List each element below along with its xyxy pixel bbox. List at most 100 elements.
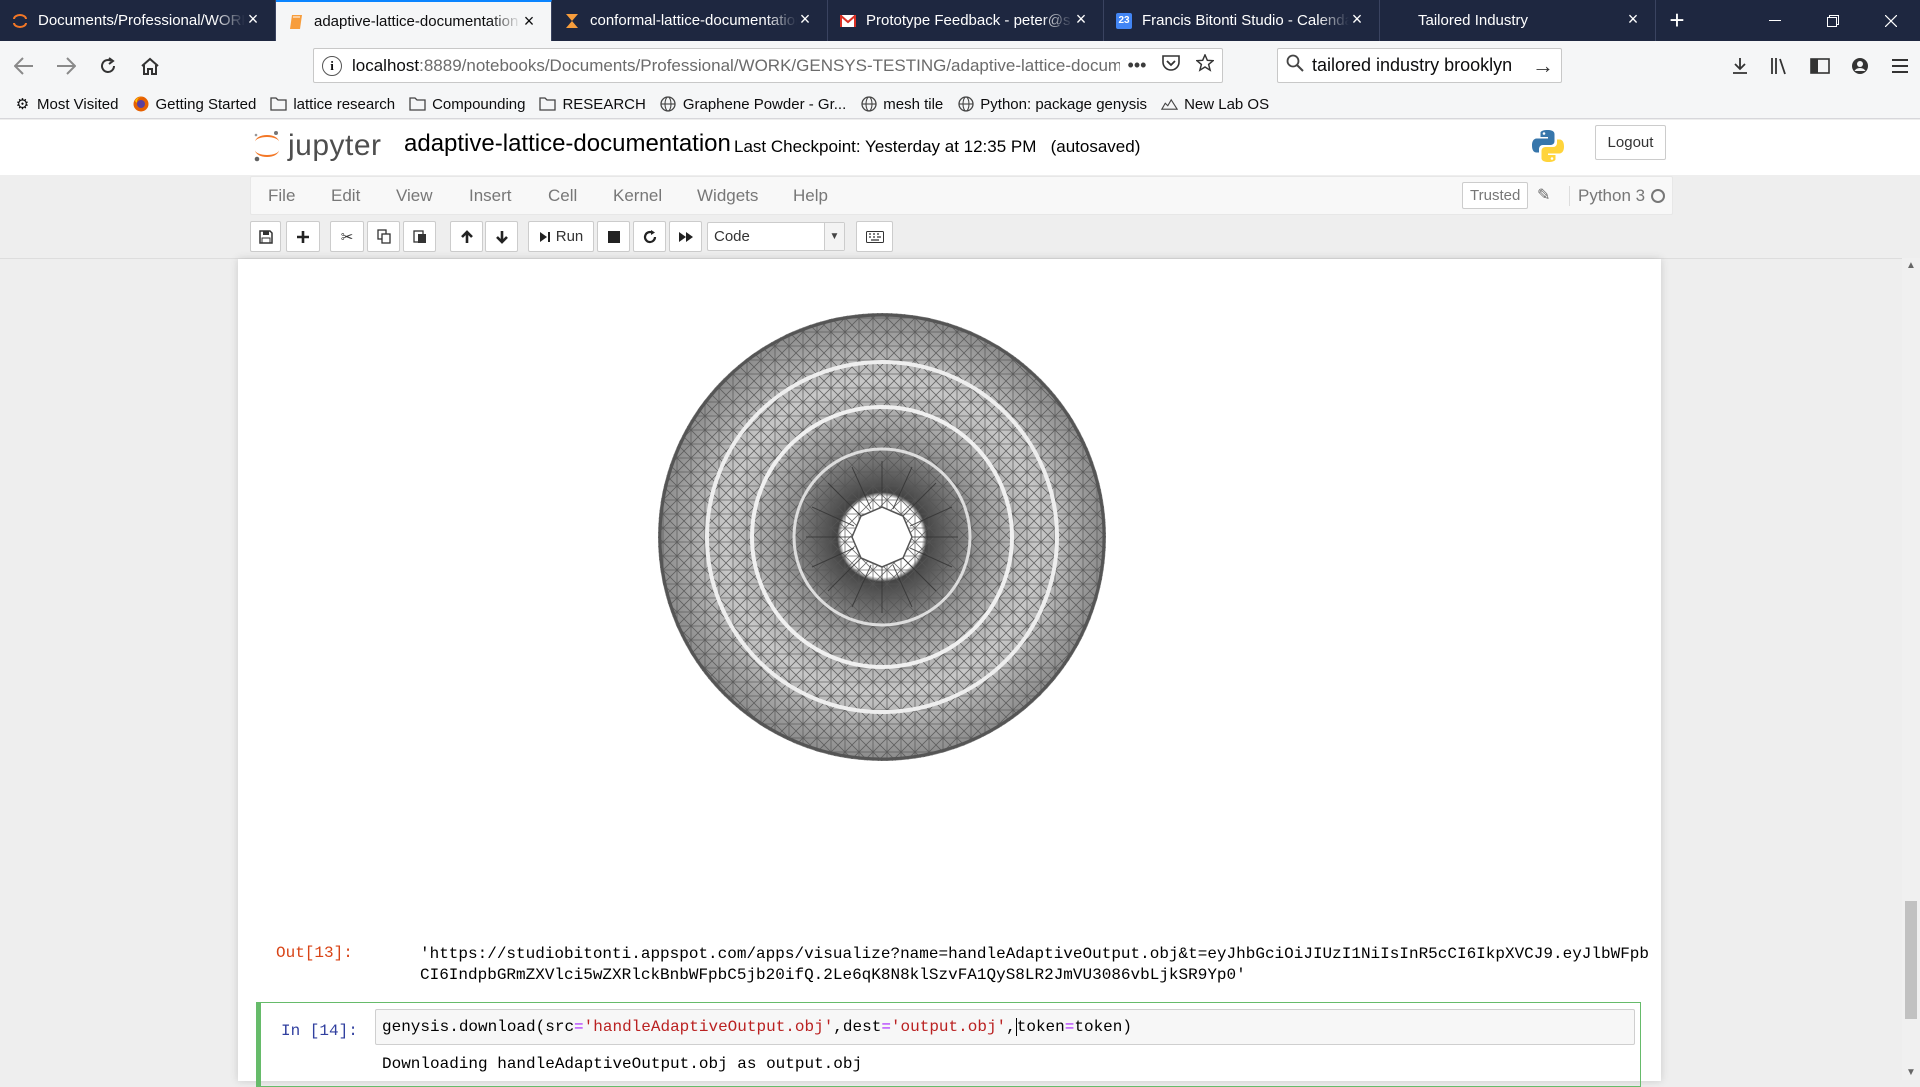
close-tab-icon[interactable]: × [797,10,813,28]
command-palette-button[interactable] [856,221,893,252]
copy-button[interactable] [367,221,400,252]
close-tab-icon[interactable]: × [521,12,537,30]
menu-cell[interactable]: Cell [548,177,577,214]
notebook-scroll-area[interactable]: Out[13]: 'https://studiobitonti.appspot.… [0,258,1920,1087]
menu-widgets[interactable]: Widgets [697,177,758,214]
save-button[interactable] [250,221,281,252]
bookmark-python-package-genysis[interactable]: Python: package genysis [957,96,1147,113]
search-input[interactable]: tailored industry brooklyn [1312,55,1525,76]
pencil-icon[interactable]: ✎ [1537,185,1550,205]
close-window-button[interactable] [1862,0,1920,41]
bookmark-most-visited[interactable]: ⚙ Most Visited [14,96,119,114]
tab-documents[interactable]: Documents/Professional/WORK × [0,0,276,41]
menu-file[interactable]: File [268,177,295,214]
scroll-up-icon[interactable]: ▲ [1906,260,1916,271]
python-logo-icon [1530,128,1566,169]
library-icon[interactable] [1760,48,1800,84]
code-op: = [574,1018,584,1036]
menu-kernel[interactable]: Kernel [613,177,662,214]
notebook-title[interactable]: adaptive-lattice-documentation [404,130,731,158]
bookmark-label: lattice research [293,95,396,113]
cut-button[interactable]: ✂ [330,221,364,252]
close-tab-icon[interactable]: × [1349,10,1365,28]
tab-title: conformal-lattice-documentation [590,12,797,29]
account-icon[interactable] [1840,48,1880,84]
tab-title: Tailored Industry [1418,12,1529,29]
close-tab-icon[interactable]: × [1073,10,1089,28]
save-icon [258,229,273,244]
reload-button[interactable] [90,48,126,84]
new-tab-button[interactable]: + [1656,0,1698,41]
url-path: :8889/notebooks/Documents/Professional/W… [419,55,1120,75]
pocket-icon[interactable] [1154,55,1188,76]
url-text[interactable]: localhost:8889/notebooks/Documents/Profe… [352,56,1120,76]
firefox-icon [132,96,149,112]
menu-icon[interactable] [1880,48,1920,84]
move-down-button[interactable] [485,221,518,252]
interrupt-kernel-button[interactable] [597,221,630,252]
bookmark-graphene-powder[interactable]: Graphene Powder - Gr... [660,96,846,113]
downloads-icon[interactable] [1720,48,1760,84]
search-go-icon[interactable]: → [1525,53,1561,79]
menu-help[interactable]: Help [793,177,828,214]
code-kwarg: src [545,1018,575,1036]
output-prompt: Out[13]: [276,944,353,962]
search-bar[interactable]: tailored industry brooklyn → [1277,48,1562,83]
menu-view[interactable]: View [396,177,433,214]
bookmark-new-lab-os[interactable]: New Lab OS [1161,96,1269,113]
tab-prototype-feedback[interactable]: Prototype Feedback - peter@s × [828,0,1104,41]
bookmark-mesh-tile[interactable]: mesh tile [860,96,943,113]
trusted-badge[interactable]: Trusted [1462,182,1529,209]
checkpoint-status: Last Checkpoint: Yesterday at 12:35 PM (… [734,137,1140,157]
scrollbar-thumb[interactable] [1905,901,1917,1019]
restart-kernel-button[interactable] [633,221,666,252]
code-rest: token) [1074,1018,1132,1036]
output-text[interactable]: 'https://studiobitonti.appspot.com/apps/… [420,944,1650,986]
scroll-down-icon[interactable]: ▼ [1906,1067,1916,1078]
code-cell-14-selected[interactable]: In [14]: genysis.download(src='handleAda… [256,1002,1641,1087]
bookmark-star-icon[interactable] [1188,53,1222,77]
minimize-button[interactable] [1746,0,1804,41]
tab-conformal-lattice[interactable]: conformal-lattice-documentation × [552,0,828,41]
bookmark-getting-started[interactable]: Getting Started [132,96,256,113]
window-controls [1746,0,1920,41]
jupyter-logo[interactable]: jupyter [252,128,382,164]
close-tab-icon[interactable]: × [1625,10,1641,28]
url-bar[interactable]: i localhost:8889/notebooks/Documents/Pro… [313,48,1223,83]
home-button[interactable] [132,48,168,84]
restart-run-all-button[interactable] [669,221,702,252]
jupyter-logo-icon [254,131,279,162]
insert-cell-button[interactable] [286,221,320,252]
menu-insert[interactable]: Insert [469,177,512,214]
move-up-button[interactable] [450,221,483,252]
back-button[interactable] [6,48,42,84]
tab-adaptive-lattice[interactable]: adaptive-lattice-documentation × [276,0,552,41]
tab-tailored-industry[interactable]: Tailored Industry × [1380,0,1656,41]
tab-calendar[interactable]: 23 Francis Bitonti Studio - Calendar × [1104,0,1380,41]
site-info-icon[interactable]: i [322,55,342,76]
page-actions-icon[interactable]: ••• [1120,55,1154,76]
sidebar-icon[interactable] [1800,48,1840,84]
keyboard-icon [865,230,884,243]
code-string: 'handleAdaptiveOutput.obj' [583,1018,834,1036]
run-button[interactable]: Run [528,221,594,252]
code-input[interactable]: genysis.download(src='handleAdaptiveOutp… [375,1009,1635,1045]
code-string: 'output.obj' [890,1018,1007,1036]
restore-button[interactable] [1804,0,1862,41]
menu-edit[interactable]: Edit [331,177,360,214]
gear-icon: ⚙ [15,96,30,113]
arrow-up-icon [460,229,473,243]
globe-icon [957,96,974,112]
paste-button[interactable] [403,221,436,252]
vertical-scrollbar[interactable]: ▲ ▼ [1902,258,1920,1080]
bookmark-compounding[interactable]: Compounding [409,96,525,113]
kernel-name[interactable]: Python 3 [1569,186,1645,206]
bookmark-research[interactable]: RESEARCH [539,96,646,113]
forward-button[interactable] [48,48,84,84]
stream-output: Downloading handleAdaptiveOutput.obj as … [382,1055,863,1073]
gmail-icon [840,13,856,29]
cell-type-select[interactable]: Code ▼ [707,222,845,251]
logout-button[interactable]: Logout [1595,125,1666,160]
bookmark-lattice-research[interactable]: lattice research [270,96,395,113]
close-tab-icon[interactable]: × [245,10,261,28]
